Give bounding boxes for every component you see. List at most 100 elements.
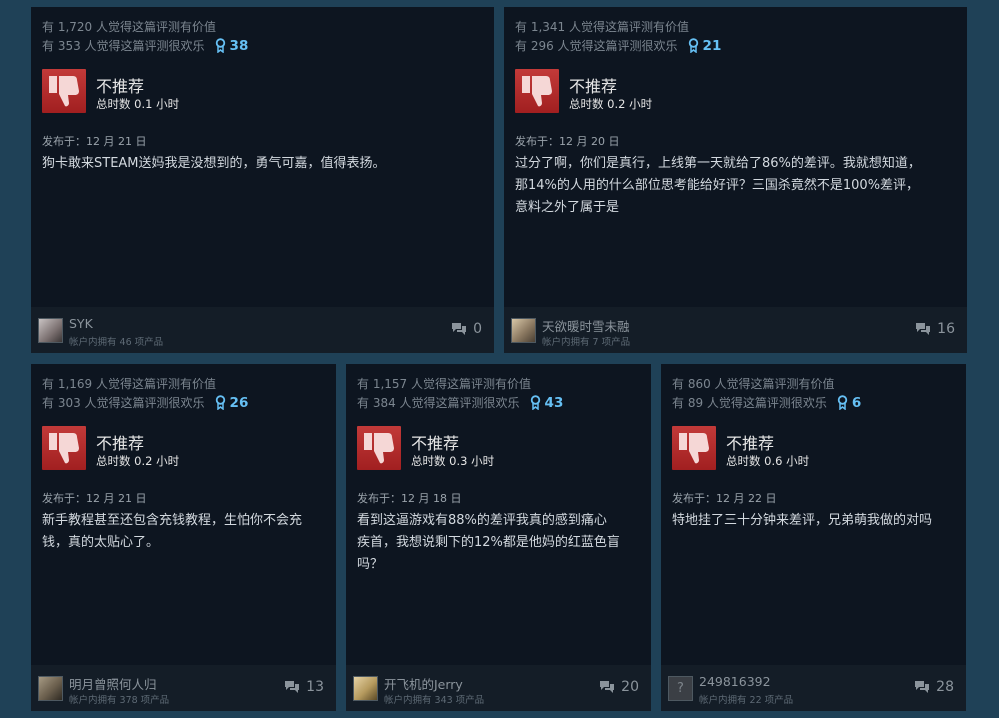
- review-text-line: 吗？: [357, 557, 384, 572]
- award-badge[interactable]: 43: [530, 394, 564, 411]
- products-owned: 帐户内拥有 7 项产品: [542, 337, 631, 348]
- posted-date: 发布于：12 月 18 日: [357, 492, 462, 505]
- review-author-footer: 天欲暖时雪未融 帐户内拥有 7 项产品 16: [504, 307, 967, 353]
- award-icon: [837, 395, 848, 410]
- comment-count: 20: [621, 679, 639, 695]
- funny-count: 有 89 人觉得这篇评测很欢乐: [672, 396, 827, 410]
- review-text-line: 看到这逼游戏有88%的差评我真的感到痛心: [357, 513, 607, 528]
- avatar[interactable]: [38, 676, 63, 701]
- award-icon: [215, 395, 225, 410]
- thumbs-down-icon: [515, 69, 559, 113]
- review-text-line: 疾首，我想说剩下的12%都是他妈的红蓝色盲: [357, 535, 620, 550]
- comments-button[interactable]: 13: [284, 679, 324, 695]
- award-badge[interactable]: 6: [837, 395, 861, 411]
- comments-button[interactable]: 16: [915, 321, 955, 337]
- reviews-page: { "reviews": [ { "helpful": "有 1,720 人觉得…: [0, 0, 999, 718]
- thumbs-down-icon: [672, 426, 716, 470]
- review-author-footer: 开飞机的Jerry 帐户内拥有 343 项产品 20: [346, 665, 651, 711]
- comment-count: 0: [473, 321, 482, 337]
- review-text-line: 过分了啊，你们是真行，上线第一天就给了86%的差评。我就想知道，: [515, 156, 921, 171]
- funny-count: 有 353 人觉得这篇评测很欢乐: [42, 39, 205, 53]
- award-icon: [688, 38, 698, 53]
- comments-button[interactable]: 0: [451, 321, 482, 337]
- comment-count: 16: [937, 321, 955, 337]
- review-text-line: 新手教程甚至还包含充钱教程，生怕你不会充: [42, 513, 303, 528]
- review-verdict: 不推荐: [569, 77, 618, 96]
- review-text: 狗卡敢来STEAM送妈我是没想到的，勇气可嘉，值得表扬。: [42, 153, 386, 175]
- review-text: 特地挂了三十分钟来差评，兄弟萌我做的对吗: [672, 510, 932, 532]
- review-verdict: 不推荐: [96, 434, 145, 453]
- products-owned: 帐户内拥有 22 项产品: [699, 695, 794, 706]
- funny-count: 有 296 人觉得这篇评测很欢乐: [515, 39, 678, 53]
- review-text-line: 意料之外了属于是: [515, 200, 620, 215]
- author-name[interactable]: 明月曾照何人归: [69, 674, 157, 693]
- comment-icon: [452, 323, 467, 335]
- author-name[interactable]: 开飞机的Jerry: [384, 674, 463, 693]
- comment-icon: [285, 681, 300, 693]
- review-card[interactable]: 有 1,169 人觉得这篇评测有价值 有 303 人觉得这篇评测很欢乐 26 不…: [31, 364, 336, 711]
- avatar[interactable]: [511, 318, 536, 343]
- avatar[interactable]: [353, 676, 378, 701]
- review-card[interactable]: 有 860 人觉得这篇评测有价值 有 89 人觉得这篇评测很欢乐 6 不推荐 总…: [661, 364, 966, 711]
- review-card[interactable]: 有 1,157 人觉得这篇评测有价值 有 384 人觉得这篇评测很欢乐 43 不…: [346, 364, 651, 711]
- comment-count: 28: [936, 679, 954, 695]
- award-badge[interactable]: 38: [215, 37, 249, 54]
- funny-count: 有 303 人觉得这篇评测很欢乐: [42, 396, 205, 410]
- thumbs-down-icon: [357, 426, 401, 470]
- review-author-footer: 明月曾照何人归 帐户内拥有 378 项产品 13: [31, 665, 336, 711]
- award-count: 21: [702, 37, 722, 54]
- posted-date: 发布于：12 月 20 日: [515, 135, 620, 148]
- review-text: 新手教程甚至还包含充钱教程，生怕你不会充 钱，真的太贴心了。: [42, 510, 302, 554]
- hours-played: 总时数 0.2 小时: [96, 454, 180, 468]
- comments-button[interactable]: 20: [599, 679, 639, 695]
- thumbs-down-icon: [42, 426, 86, 470]
- review-card[interactable]: 有 1,720 人觉得这篇评测有价值 有 353 人觉得这篇评测很欢乐 38 不…: [31, 7, 494, 353]
- hours-played: 总时数 0.2 小时: [569, 97, 653, 111]
- review-text-line: 狗卡敢来STEAM送妈我是没想到的，勇气可嘉，值得表扬。: [42, 156, 386, 171]
- comment-icon: [915, 681, 930, 693]
- posted-date: 发布于：12 月 22 日: [672, 492, 777, 505]
- award-badge[interactable]: 21: [688, 37, 722, 54]
- award-icon: [530, 395, 540, 410]
- author-name[interactable]: 天欲暖时雪未融: [542, 316, 630, 335]
- comment-icon: [600, 681, 615, 693]
- products-owned: 帐户内拥有 46 项产品: [69, 337, 164, 348]
- posted-date: 发布于：12 月 21 日: [42, 135, 147, 148]
- review-text-line: 钱，真的太贴心了。: [42, 535, 160, 550]
- avatar[interactable]: [38, 318, 63, 343]
- award-icon: [215, 38, 225, 53]
- posted-date: 发布于：12 月 21 日: [42, 492, 147, 505]
- hours-played: 总时数 0.3 小时: [411, 454, 495, 468]
- funny-count: 有 384 人觉得这篇评测很欢乐: [357, 396, 520, 410]
- award-count: 26: [229, 394, 249, 411]
- review-verdict: 不推荐: [96, 77, 145, 96]
- review-author-footer: SYK 帐户内拥有 46 项产品 0: [31, 307, 494, 353]
- thumbs-down-icon: [42, 69, 86, 113]
- comment-count: 13: [306, 679, 324, 695]
- author-name[interactable]: 249816392: [699, 674, 771, 689]
- comment-icon: [916, 323, 931, 335]
- review-card[interactable]: 有 1,341 人觉得这篇评测有价值 有 296 人觉得这篇评测很欢乐 21 不…: [504, 7, 967, 353]
- avatar[interactable]: ?: [668, 676, 693, 701]
- products-owned: 帐户内拥有 343 项产品: [384, 695, 485, 706]
- hours-played: 总时数 0.1 小时: [96, 97, 180, 111]
- award-badge[interactable]: 26: [215, 394, 249, 411]
- helpful-count: 有 1,341 人觉得这篇评测有价值: [515, 20, 689, 34]
- review-text-line: 特地挂了三十分钟来差评，兄弟萌我做的对吗: [672, 513, 933, 528]
- review-verdict: 不推荐: [411, 434, 460, 453]
- hours-played: 总时数 0.6 小时: [726, 454, 810, 468]
- products-owned: 帐户内拥有 378 项产品: [69, 695, 170, 706]
- award-count: 6: [851, 394, 862, 411]
- review-text: 看到这逼游戏有88%的差评我真的感到痛心 疾首，我想说剩下的12%都是他妈的红蓝…: [357, 510, 620, 576]
- helpful-count: 有 1,169 人觉得这篇评测有价值: [42, 377, 216, 391]
- helpful-count: 有 1,720 人觉得这篇评测有价值: [42, 20, 216, 34]
- review-text: 过分了啊，你们是真行，上线第一天就给了86%的差评。我就想知道， 那14%的人用…: [515, 153, 921, 219]
- review-verdict: 不推荐: [726, 434, 775, 453]
- author-name[interactable]: SYK: [69, 316, 93, 331]
- helpful-count: 有 1,157 人觉得这篇评测有价值: [357, 377, 531, 391]
- award-count: 43: [544, 394, 564, 411]
- helpful-count: 有 860 人觉得这篇评测有价值: [672, 377, 835, 391]
- award-count: 38: [229, 37, 249, 54]
- comments-button[interactable]: 28: [914, 679, 954, 695]
- review-author-footer: ? 249816392 帐户内拥有 22 项产品 28: [661, 665, 966, 711]
